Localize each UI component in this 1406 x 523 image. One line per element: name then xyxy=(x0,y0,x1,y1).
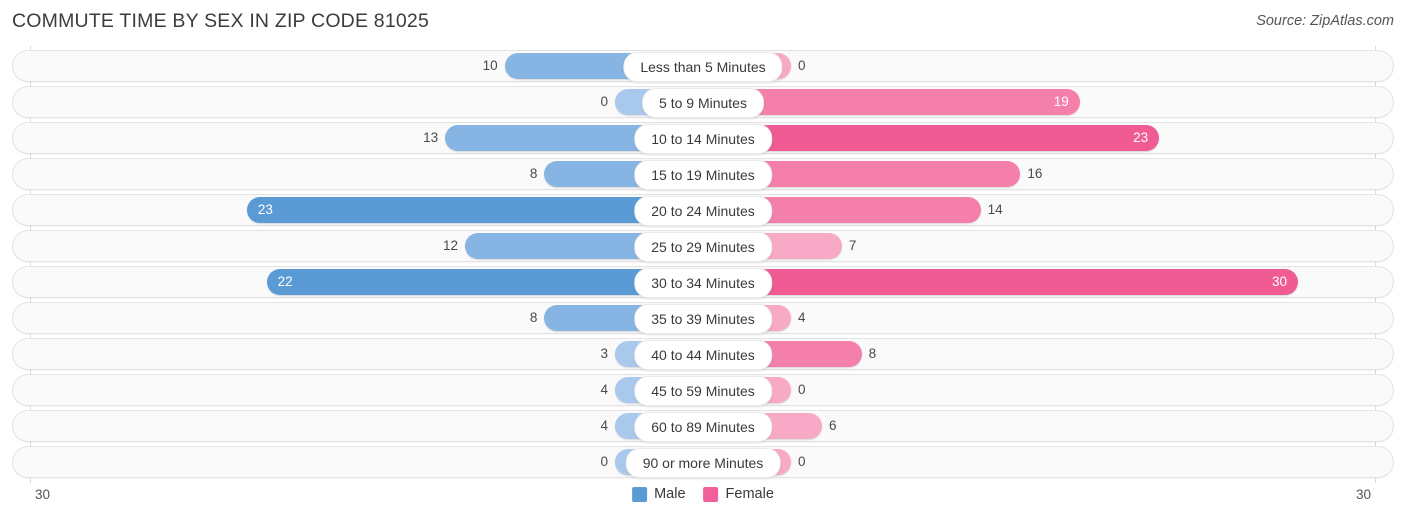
bar-row: 8 4 35 to 39 Minutes xyxy=(0,302,1406,334)
female-value-label: 19 xyxy=(1053,94,1069,109)
female-value-label: 0 xyxy=(798,454,806,469)
male-value-label: 3 xyxy=(600,346,608,361)
bar-row: 3 8 40 to 44 Minutes xyxy=(0,338,1406,370)
chart-footer: 30 30 Male Female xyxy=(0,483,1406,523)
legend-item-male[interactable]: Male xyxy=(632,486,686,502)
category-label: 25 to 29 Minutes xyxy=(634,232,772,262)
male-value-label: 22 xyxy=(277,274,293,289)
category-label: 5 to 9 Minutes xyxy=(642,88,764,118)
female-value-label: 7 xyxy=(848,238,857,253)
female-value-label: 0 xyxy=(798,58,806,73)
bar-row: 4 0 45 to 59 Minutes xyxy=(0,374,1406,406)
bar-row: 4 6 60 to 89 Minutes xyxy=(0,410,1406,442)
category-label: 10 to 14 Minutes xyxy=(634,124,772,154)
female-value-label: 23 xyxy=(1133,130,1149,145)
axis-tick-left: 30 xyxy=(35,487,51,502)
bar-row: 22 30 30 to 34 Minutes xyxy=(0,266,1406,298)
category-label: Less than 5 Minutes xyxy=(623,52,783,82)
male-value-label: 10 xyxy=(482,58,498,73)
female-bar-group: 30 xyxy=(703,269,1298,295)
chart-plot-area: 10 0 Less than 5 Minutes 0 19 5 to 9 Minutes 1… xyxy=(0,46,1406,483)
male-value-label: 8 xyxy=(529,310,538,325)
legend-label: Female xyxy=(725,486,774,502)
female-value-label: 4 xyxy=(798,310,806,325)
category-label: 40 to 44 Minutes xyxy=(634,340,772,370)
female-value-label: 16 xyxy=(1027,166,1043,181)
female-value-label: 0 xyxy=(798,382,806,397)
category-label: 35 to 39 Minutes xyxy=(634,304,772,334)
bar-row: 13 23 10 to 14 Minutes xyxy=(0,122,1406,154)
bar-row: 10 0 Less than 5 Minutes xyxy=(0,50,1406,82)
source-attribution: Source: ZipAtlas.com xyxy=(1256,13,1394,29)
bar-rows-container: 10 0 Less than 5 Minutes 0 19 5 to 9 Minutes 1… xyxy=(0,50,1406,482)
page-title: COMMUTE TIME BY SEX IN ZIP CODE 81025 xyxy=(12,10,430,32)
category-label: 90 or more Minutes xyxy=(625,448,781,478)
category-label: 30 to 34 Minutes xyxy=(634,268,772,298)
female-value-label: 14 xyxy=(987,202,1003,217)
female-value-label: 6 xyxy=(829,418,837,433)
category-label: 45 to 59 Minutes xyxy=(634,376,772,406)
legend-item-female[interactable]: Female xyxy=(703,486,774,502)
bar-row: 0 0 90 or more Minutes xyxy=(0,446,1406,478)
legend-swatch xyxy=(632,486,648,502)
female-value-label: 30 xyxy=(1271,274,1287,289)
male-value-label: 4 xyxy=(600,418,608,433)
category-label: 15 to 19 Minutes xyxy=(634,160,772,190)
male-value-label: 13 xyxy=(423,130,439,145)
male-value-label: 12 xyxy=(442,238,458,253)
male-value-label: 0 xyxy=(600,454,608,469)
category-label: 20 to 24 Minutes xyxy=(634,196,772,226)
male-value-label: 0 xyxy=(600,94,608,109)
male-value-label: 23 xyxy=(257,202,273,217)
bar-row: 8 16 15 to 19 Minutes xyxy=(0,158,1406,190)
legend-label: Male xyxy=(654,486,686,502)
male-value-label: 8 xyxy=(529,166,538,181)
category-label: 60 to 89 Minutes xyxy=(634,412,772,442)
female-bar[interactable]: 30 xyxy=(703,269,1298,295)
axis-tick-right: 30 xyxy=(1355,487,1371,502)
bar-row: 0 19 5 to 9 Minutes xyxy=(0,86,1406,118)
bar-row: 23 14 20 to 24 Minutes xyxy=(0,194,1406,226)
bar-row: 12 7 25 to 29 Minutes xyxy=(0,230,1406,262)
male-value-label: 4 xyxy=(600,382,608,397)
legend-swatch xyxy=(703,486,719,502)
chart-header: COMMUTE TIME BY SEX IN ZIP CODE 81025 So… xyxy=(0,0,1406,46)
female-value-label: 8 xyxy=(868,346,877,361)
chart-legend: Male Female xyxy=(632,486,774,502)
